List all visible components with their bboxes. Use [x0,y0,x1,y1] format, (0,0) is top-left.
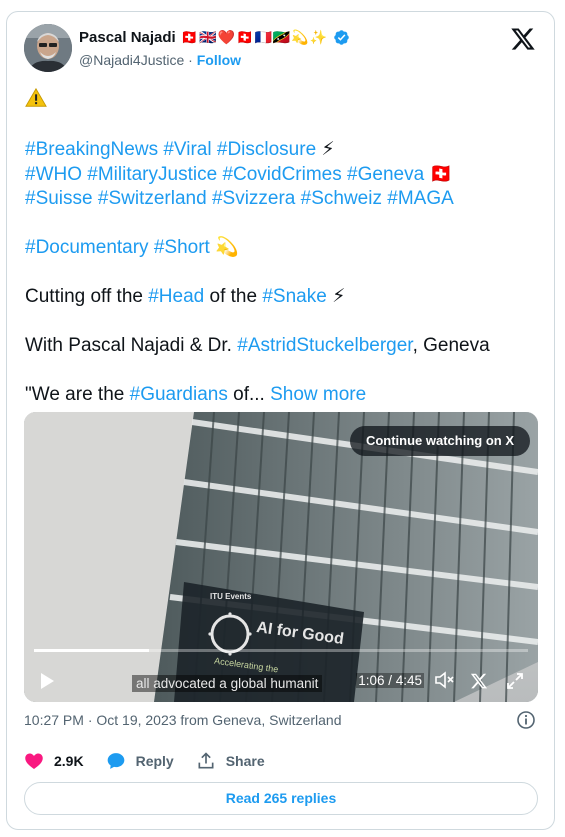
text-line: #Suisse #Switzerland #Svizzera #Schweiz … [25,187,545,212]
tweet-text-segment: 🇨🇭 [424,163,454,185]
video-caption: all advocated a global humanit [132,675,323,692]
info-icon[interactable] [516,710,536,730]
video-progress-fill [34,649,150,652]
hashtag-block: #BreakingNews #Viral #Disclosure ⚡ #WHO … [25,138,545,212]
continue-watching-button[interactable]: Continue watching on X [349,426,530,456]
tweet-text-segment: of... [227,384,271,405]
reply-label: Reply [135,753,174,769]
hashtag-link[interactable]: #WHO [25,164,82,185]
video-progress-bar[interactable] [34,649,528,652]
tweet-card: Pascal Najadi 🇨🇭🇬🇧❤️🇨🇭🇫🇷🇰🇳💫✨ @Najadi4Jus… [6,11,555,830]
text-line: #BreakingNews #Viral #Disclosure ⚡ [25,138,545,163]
share-upload-icon [198,752,214,769]
hashtag-link[interactable]: #MAGA [387,188,454,209]
tweet-text-segment: With Pascal Najadi & Dr. [25,335,238,356]
hashtag-link[interactable]: #Switzerland [98,188,207,209]
verified-badge-icon [333,29,350,46]
tweet-text-segment: 💫 [209,237,239,258]
text-line: Cutting off the #Head of the #Snake ⚡ [25,285,545,310]
hashtag-link[interactable]: #Head [148,286,204,307]
hashtag-link[interactable]: #Suisse [25,188,93,209]
fullscreen-icon[interactable] [506,672,524,690]
play-icon[interactable] [38,672,56,690]
hashtag-link[interactable]: #Viral [163,139,211,160]
tweet-timestamp[interactable]: 10:27 PM · Oct 19, 2023 from Geneva, Swi… [24,712,342,728]
hashtag-link[interactable]: #Documentary [25,237,149,258]
like-count: 2.9K [54,753,84,769]
action-bar: 2.9K Reply Share [24,751,287,771]
hashtag-link[interactable]: #Guardians [130,384,228,405]
author-handle-row: @Najadi4Justice · Follow [79,52,241,68]
tweet-text-segment: ⚡ [326,286,346,307]
hashtag-link[interactable]: #BreakingNews [25,139,158,160]
tweet-text: #BreakingNews #Viral #Disclosure ⚡ #WHO … [25,87,545,408]
text-line: #Documentary #Short 💫 [25,236,545,261]
sign-small-label: ITU Events [210,592,252,601]
text-line-last: "We are the #Guardians of... Show more [25,383,545,408]
read-replies-button[interactable]: Read 265 replies [24,782,538,815]
reply-bubble-icon [107,753,124,769]
show-more-link[interactable]: Show more [270,384,366,405]
tweet-text-segment: of the [204,286,263,307]
reply-button[interactable]: Reply [106,751,174,771]
text-line: "We are the #Guardians of... [25,384,270,405]
share-label: Share [225,753,265,769]
author-name[interactable]: Pascal Najadi [79,29,176,46]
hashtag-link[interactable]: #Svizzera [212,188,295,209]
heart-icon [25,753,43,769]
hashtag-link[interactable]: #Short [154,237,210,258]
like-button[interactable]: 2.9K [24,751,84,771]
tweet-text-segment: ⚡ [316,139,335,160]
avatar[interactable] [24,24,72,72]
author-name-emojis: 🇨🇭🇬🇧❤️🇨🇭🇫🇷🇰🇳💫✨ [180,29,329,46]
text-line: #WHO #MilitaryJustice #CovidCrimes #Gene… [25,163,545,188]
volume-muted-icon[interactable] [434,670,454,690]
x-logo-icon[interactable] [510,26,536,52]
hashtag-link[interactable]: #Disclosure [217,139,316,160]
x-brand-icon[interactable] [470,672,488,690]
handle-separator: · [184,52,197,68]
share-button[interactable]: Share [196,751,265,771]
video-time: 1:06 / 4:45 [356,673,424,688]
author-name-row[interactable]: Pascal Najadi 🇨🇭🇬🇧❤️🇨🇭🇫🇷🇰🇳💫✨ [79,29,350,46]
follow-button[interactable]: Follow [197,52,241,68]
hashtag-link[interactable]: #CovidCrimes [222,164,341,185]
tweet-text-segment: , Geneva [412,335,490,356]
text-line: With Pascal Najadi & Dr. #AstridStuckelb… [25,334,545,359]
hashtag-link[interactable]: #Schweiz [301,188,382,209]
hashtag-link[interactable]: #Geneva [347,164,424,185]
hashtag-link[interactable]: #MilitaryJustice [87,164,217,185]
warning-line [25,87,545,114]
hashtag-link[interactable]: #Snake [262,286,326,307]
author-handle[interactable]: @Najadi4Justice [79,52,184,68]
tweet-text-segment: "We are the [25,384,130,405]
video-player[interactable]: ITU Events AI for Good Accelerating the … [24,412,538,702]
hashtag-link[interactable]: #AstridStuckelberger [237,335,412,356]
tweet-text-segment: Cutting off the [25,286,149,307]
warning-icon [25,87,47,109]
